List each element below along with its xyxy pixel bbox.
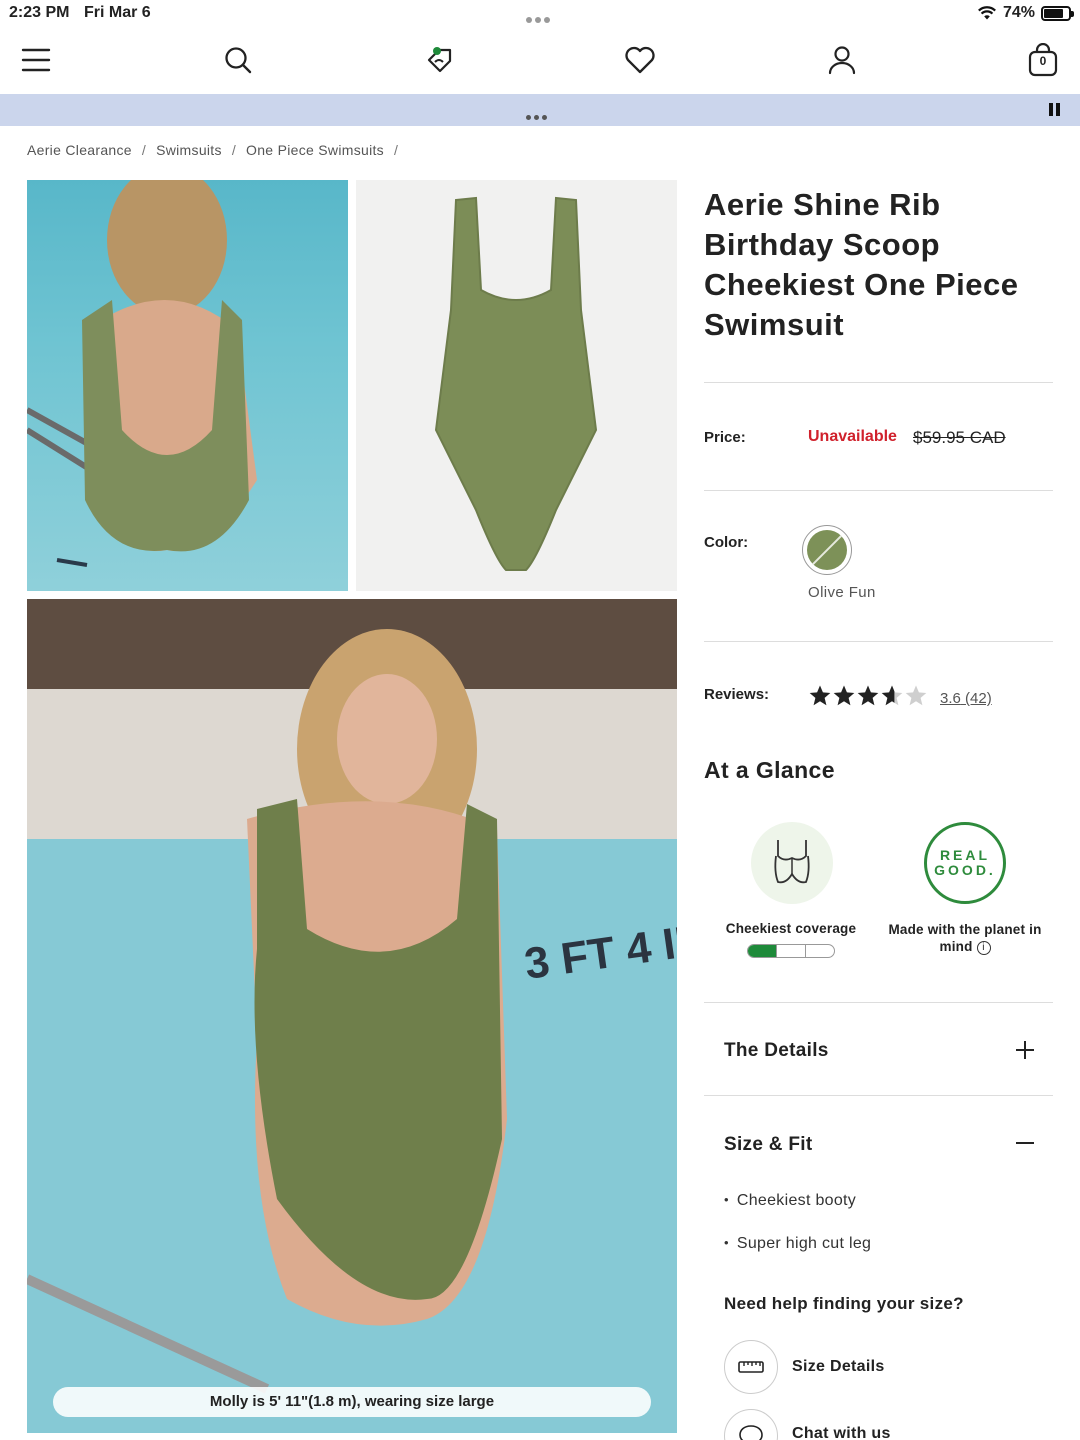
coverage-label: Cheekiest coverage [725,921,857,936]
real-good-line2: GOOD. [934,862,996,878]
size-fit-bullet: Super high cut leg [724,1235,871,1253]
real-good-line1: REAL [939,847,991,863]
size-fit-accordion-title[interactable]: Size & Fit [724,1134,813,1156]
status-right: 74% [977,4,1074,22]
star-icon [905,685,927,706]
at-a-glance-heading: At a Glance [704,757,835,783]
size-fit-bullet: Cheekiest booty [724,1192,856,1210]
color-swatch-olive-fun[interactable] [802,525,852,575]
rewards-tag-icon[interactable] [419,40,459,80]
price-label: Price: [704,429,746,446]
promo-banner[interactable] [0,94,1080,126]
divider [704,641,1053,642]
rating-value: 3.6 [940,690,961,707]
model-caption: Molly is 5' 11"(1.8 m), wearing size lar… [53,1387,651,1417]
bag-count: 0 [1039,54,1047,68]
battery-percent: 74% [1002,4,1035,21]
plus-icon[interactable] [1013,1038,1037,1062]
minus-icon[interactable] [1013,1131,1037,1155]
divider [704,382,1053,383]
price-status: Unavailable [808,428,897,445]
rating-stars[interactable] [808,684,928,708]
wifi-icon [978,6,996,20]
breadcrumb-item-one-piece[interactable]: One Piece Swimsuits [246,142,384,158]
divider [704,1002,1053,1003]
real-good-badge: REAL GOOD. [924,822,1006,904]
planet-label-wrap: Made with the planet in mind i [880,921,1050,955]
breadcrumb: Aerie Clearance / Swimsuits / One Piece … [27,142,408,158]
account-icon[interactable] [822,40,862,80]
info-icon[interactable]: i [976,941,991,955]
status-time: 2:23 PM [9,4,70,21]
size-details-label[interactable]: Size Details [792,1358,885,1376]
breadcrumb-item-swimsuits[interactable]: Swimsuits [156,142,222,158]
multitask-dots[interactable] [526,10,553,28]
product-image-model[interactable]: 3 FT 4 IN Molly is 5' 11"(1.8 m), wearin… [27,599,677,1433]
search-icon[interactable] [218,40,258,80]
product-image-flat[interactable] [356,180,677,591]
breadcrumb-separator: / [141,142,147,158]
breadcrumb-separator: / [231,142,237,158]
menu-icon[interactable] [16,40,56,80]
chat-label[interactable]: Chat with us [792,1425,891,1440]
coverage-meter-segment [806,945,834,957]
size-details-button[interactable] [724,1340,778,1394]
status-bar: 2:23 PM Fri Mar 6 74% [0,0,1080,28]
review-count: (42) [965,690,992,707]
reviews-label: Reviews: [704,686,770,703]
product-image-back[interactable] [27,180,348,591]
price-original: $59.95 CAD [913,428,1006,447]
star-icon [833,685,855,706]
battery-icon [1041,5,1074,21]
breadcrumb-item-clearance[interactable]: Aerie Clearance [27,142,132,158]
heart-icon[interactable] [620,40,660,80]
coverage-meter-segment [748,945,777,957]
top-nav: 0 [0,28,1080,94]
swimsuit-coverage-icon [751,822,833,904]
planet-label: Made with the planet in mind [888,922,1042,954]
divider [704,490,1053,491]
size-help-heading: Need help finding your size? [724,1294,964,1313]
star-icon [881,685,903,706]
star-icon [809,685,831,706]
product-title: Aerie Shine Rib Birthday Scoop Cheekiest… [704,187,1019,342]
star-icon [857,685,879,706]
pause-icon[interactable] [1049,103,1060,116]
color-name: Olive Fun [808,584,876,601]
coverage-meter-segment [777,945,806,957]
ruler-icon [738,1361,764,1373]
status-date: Fri Mar 6 [84,4,151,21]
divider [704,1095,1053,1096]
details-accordion-title[interactable]: The Details [724,1040,829,1062]
color-label: Color: [704,534,749,551]
bag-icon[interactable]: 0 [1023,40,1063,80]
rating-link[interactable]: 3.6 (42) [940,690,992,707]
loading-dots [526,107,550,125]
coverage-meter [747,944,835,958]
chat-bubble-icon [739,1425,763,1440]
chat-button[interactable] [724,1409,778,1440]
breadcrumb-separator: / [393,142,399,158]
